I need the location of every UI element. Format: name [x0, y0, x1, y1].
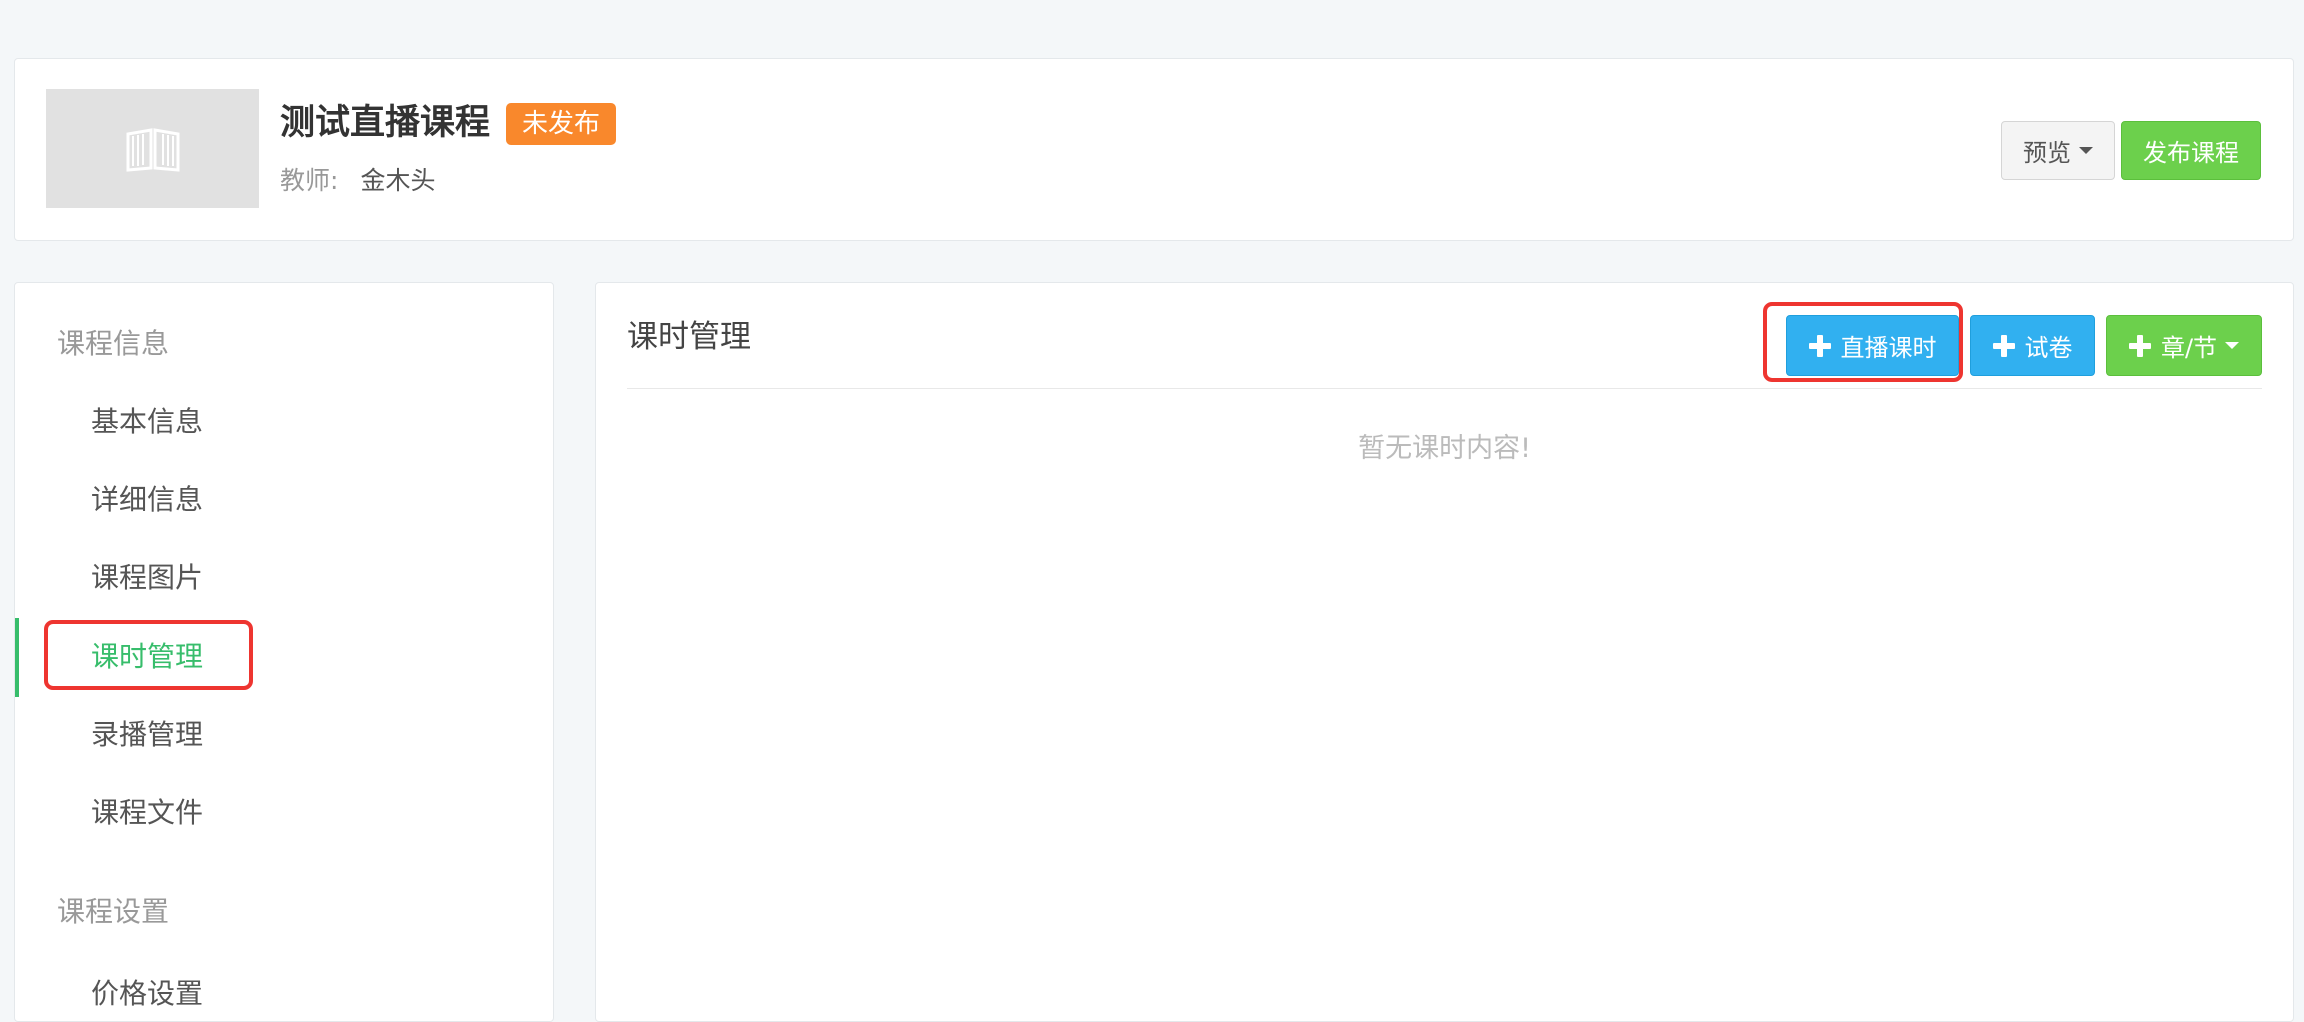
- sidebar-item-recording-management[interactable]: 录播管理: [91, 715, 203, 755]
- caret-down-icon: [2225, 342, 2240, 349]
- highlight-box-lesson-management: [44, 620, 253, 690]
- divider: [627, 388, 2262, 389]
- preview-dropdown-button[interactable]: 预览: [2001, 121, 2115, 180]
- sidebar-item-course-files[interactable]: 课程文件: [91, 793, 203, 833]
- course-cover: [46, 89, 259, 208]
- panel-title: 课时管理: [627, 319, 751, 355]
- book-icon: [126, 127, 179, 172]
- sidebar-item-basic-info[interactable]: 基本信息: [91, 402, 203, 442]
- active-indicator: [15, 618, 19, 697]
- add-chapter-dropdown-button[interactable]: 章/节: [2106, 315, 2262, 376]
- status-badge: 未发布: [506, 103, 617, 145]
- sidebar-group-course-info: 课程信息: [57, 327, 170, 360]
- lesson-management-panel: 课时管理 直播课时 试卷 章/节 暂无课时内容!: [595, 282, 2294, 1022]
- publish-course-button[interactable]: 发布课程: [2121, 121, 2261, 180]
- teacher-name: 金木头: [360, 166, 436, 195]
- sidebar-item-course-images[interactable]: 课程图片: [91, 558, 203, 598]
- sidebar: 课程信息 基本信息 详细信息 课程图片 课时管理 录播管理 课程文件 课程设置 …: [14, 282, 554, 1022]
- highlight-box-add-live-lesson: [1763, 302, 1963, 382]
- teacher-label: 教师:: [280, 166, 339, 195]
- sidebar-item-price-settings[interactable]: 价格设置: [91, 974, 203, 1014]
- add-exam-label: 试卷: [2024, 334, 2073, 362]
- plus-icon: [2128, 334, 2151, 357]
- empty-state-message: 暂无课时内容!: [1358, 433, 1531, 464]
- preview-label: 预览: [2023, 139, 2071, 167]
- add-exam-button[interactable]: 试卷: [1970, 315, 2095, 376]
- course-title: 测试直播课程: [280, 103, 491, 143]
- add-chapter-label: 章/节: [2160, 334, 2218, 362]
- sidebar-group-course-settings: 课程设置: [57, 895, 170, 928]
- plus-icon: [1992, 334, 2015, 357]
- caret-down-icon: [2079, 147, 2093, 154]
- teacher-line: 教师: 金木头: [280, 161, 435, 201]
- sidebar-item-detail-info[interactable]: 详细信息: [91, 480, 203, 520]
- course-header: 测试直播课程 未发布 教师: 金木头 预览 发布课程: [14, 58, 2294, 241]
